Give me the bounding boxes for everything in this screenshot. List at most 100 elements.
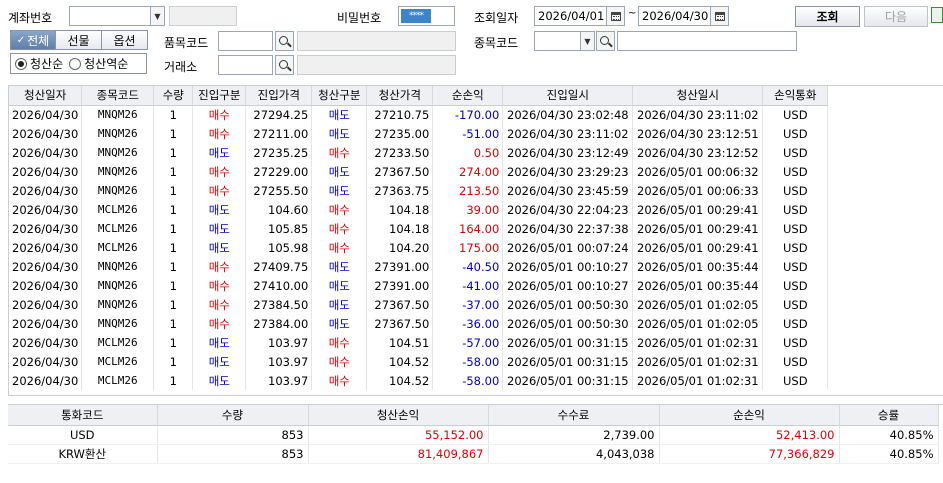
column-header-pnl-currency[interactable]: 손익통화 <box>762 86 829 106</box>
column-header-entry-side[interactable]: 진입구분 <box>192 86 247 106</box>
product-code-input[interactable] <box>218 31 273 51</box>
query-button[interactable]: 조회 <box>795 6 860 27</box>
table-row[interactable]: 2026/04/30 MCLM26 1 매도 105.85 매수 104.18 164.00 2… <box>9 219 829 238</box>
table-row[interactable]: 2026/04/30 MNQM26 1 매수 27409.75 매도 27391.00 -40… <box>9 257 829 276</box>
cell-close-time: 2026/05/01 01:02:05 <box>632 314 764 333</box>
cell-quantity: 1 <box>153 105 194 124</box>
query-toolbar: 계좌번호 ▼ 비밀번호 **** 조회일자 2026/04/01 ~ 2026/… <box>0 0 943 83</box>
symbol-code-dropdown-button[interactable]: ▼ <box>580 31 595 51</box>
table-row[interactable]: 2026/04/30 MNQM26 1 매도 27235.25 매수 27233.50 0.5… <box>9 143 829 162</box>
excel-icon[interactable] <box>931 7 943 23</box>
account-dropdown-button[interactable]: ▼ <box>150 6 165 26</box>
table-row[interactable]: 2026/04/30 MCLM26 1 매도 103.97 매수 104.52 -58.00 2… <box>9 352 829 371</box>
trade-history-grid[interactable]: 청산일자 종목코드 수량 진입구분 진입가격 청산구분 청산가격 순손익 진입일시 청산일시 손익통… <box>8 85 943 396</box>
summary-cell-commission: 2,739.00 <box>488 425 660 445</box>
cell-net-pnl: 39.00 <box>432 200 504 219</box>
calendar-icon <box>610 11 621 21</box>
sort-order-group: 청산순 청산역순 <box>10 53 147 74</box>
cell-close-date: 2026/04/30 <box>9 295 83 314</box>
exchange-search-button[interactable] <box>275 55 294 75</box>
search-icon <box>600 35 609 45</box>
cell-pnl-currency: USD <box>762 143 829 162</box>
cell-close-date: 2026/04/30 <box>9 333 83 352</box>
product-code-search-button[interactable] <box>275 31 294 51</box>
table-row[interactable]: 2026/04/30 MNQM26 1 매수 27229.00 매도 27367.50 274… <box>9 162 829 181</box>
table-row[interactable]: 2026/04/30 MNQM26 1 매수 27211.00 매도 27235.00 -51… <box>9 124 829 143</box>
tab-options[interactable]: 옵션 <box>102 31 147 49</box>
cell-close-time: 2026/05/01 00:29:41 <box>632 238 764 257</box>
cell-entry-side: 매도 <box>192 143 247 162</box>
calendar-icon <box>714 11 725 21</box>
column-header-close-side[interactable]: 청산구분 <box>311 86 368 106</box>
cell-pnl-currency: USD <box>762 371 829 390</box>
cell-entry-side: 매도 <box>192 333 247 352</box>
summary-header-quantity: 수량 <box>157 405 309 426</box>
column-header-quantity[interactable]: 수량 <box>153 86 194 106</box>
exchange-input[interactable] <box>218 55 273 75</box>
cell-pnl-currency: USD <box>762 352 829 371</box>
cell-close-side: 매도 <box>311 162 368 181</box>
table-row[interactable]: 2026/04/30 MNQM26 1 매수 27410.00 매도 27391.00 -41… <box>9 276 829 295</box>
summary-header-currency-code: 통화코드 <box>8 405 158 426</box>
cell-symbol-code: MCLM26 <box>81 371 155 390</box>
column-header-close-price[interactable]: 청산가격 <box>366 86 434 106</box>
cell-entry-price: 27409.75 <box>245 257 313 276</box>
cell-pnl-currency: USD <box>762 314 829 333</box>
check-icon: ✓ <box>16 34 26 46</box>
cell-pnl-currency: USD <box>762 257 829 276</box>
cell-quantity: 1 <box>153 162 194 181</box>
sort-by-close-radio[interactable]: 청산순 <box>15 55 63 72</box>
column-header-entry-price[interactable]: 진입가격 <box>245 86 313 106</box>
column-header-close-date[interactable]: 청산일자 <box>9 86 83 106</box>
table-row[interactable]: 2026/04/30 MCLM26 1 매도 103.97 매수 104.52 -58.00 2… <box>9 371 829 390</box>
cell-close-price: 104.51 <box>366 333 434 352</box>
cell-entry-time: 2026/04/30 22:37:38 <box>502 219 634 238</box>
cell-close-price: 104.20 <box>366 238 434 257</box>
table-row[interactable]: 2026/04/30 MNQM26 1 매수 27294.25 매도 27210.75 -17… <box>9 105 829 124</box>
date-to-input[interactable]: 2026/04/30 <box>638 6 711 26</box>
table-row[interactable]: 2026/04/30 MCLM26 1 매도 105.98 매수 104.20 175.00 2… <box>9 238 829 257</box>
cell-net-pnl: -36.00 <box>432 314 504 333</box>
sort-by-close-reverse-radio[interactable]: 청산역순 <box>69 55 128 72</box>
column-header-net-pnl[interactable]: 순손익 <box>432 86 504 106</box>
date-from-calendar-button[interactable] <box>606 6 625 26</box>
table-row[interactable]: 2026/04/30 MCLM26 1 매도 103.97 매수 104.51 -57.00 2… <box>9 333 829 352</box>
cell-entry-side: 매수 <box>192 276 247 295</box>
tab-all[interactable]: ✓ 전체 <box>11 31 56 49</box>
cell-net-pnl: -41.00 <box>432 276 504 295</box>
cell-quantity: 1 <box>153 276 194 295</box>
date-to-calendar-button[interactable] <box>710 6 729 26</box>
cell-quantity: 1 <box>153 295 194 314</box>
table-row[interactable]: 2026/04/30 MNQM26 1 매수 27255.50 매도 27363.75 213… <box>9 181 829 200</box>
symbol-code-select[interactable] <box>534 31 582 51</box>
cell-entry-price: 27229.00 <box>245 162 313 181</box>
table-row[interactable]: 2026/04/30 MNQM26 1 매수 27384.00 매도 27367.50 -36… <box>9 314 829 333</box>
cell-close-date: 2026/04/30 <box>9 143 83 162</box>
cell-close-price: 104.18 <box>366 200 434 219</box>
cell-pnl-currency: USD <box>762 181 829 200</box>
account-select[interactable] <box>69 6 154 26</box>
column-header-entry-time[interactable]: 진입일시 <box>502 86 634 106</box>
next-button[interactable]: 다음 <box>864 6 928 27</box>
sort-by-close-reverse-label: 청산역순 <box>84 57 129 71</box>
cell-close-side: 매도 <box>311 181 368 200</box>
date-from-input[interactable]: 2026/04/01 <box>534 6 607 26</box>
cell-entry-side: 매도 <box>192 371 247 390</box>
tab-futures[interactable]: 선물 <box>56 31 102 49</box>
column-header-close-time[interactable]: 청산일시 <box>632 86 764 106</box>
cell-close-date: 2026/04/30 <box>9 314 83 333</box>
table-row[interactable]: 2026/04/30 MNQM26 1 매수 27384.50 매도 27367.50 -37… <box>9 295 829 314</box>
symbol-name-field[interactable] <box>617 31 797 51</box>
cell-close-time: 2026/05/01 00:06:33 <box>632 181 764 200</box>
cell-net-pnl: 175.00 <box>432 238 504 257</box>
search-icon <box>279 35 288 45</box>
cell-close-time: 2026/05/01 00:35:44 <box>632 257 764 276</box>
symbol-code-search-button[interactable] <box>596 31 615 51</box>
cell-quantity: 1 <box>153 333 194 352</box>
password-input[interactable]: **** <box>398 6 455 26</box>
table-row[interactable]: 2026/04/30 MCLM26 1 매도 104.60 매수 104.18 39.00 20… <box>9 200 829 219</box>
cell-net-pnl: -58.00 <box>432 371 504 390</box>
cell-quantity: 1 <box>153 238 194 257</box>
column-header-symbol-code[interactable]: 종목코드 <box>81 86 155 106</box>
summary-cell-win-rate: 40.85% <box>839 444 939 464</box>
